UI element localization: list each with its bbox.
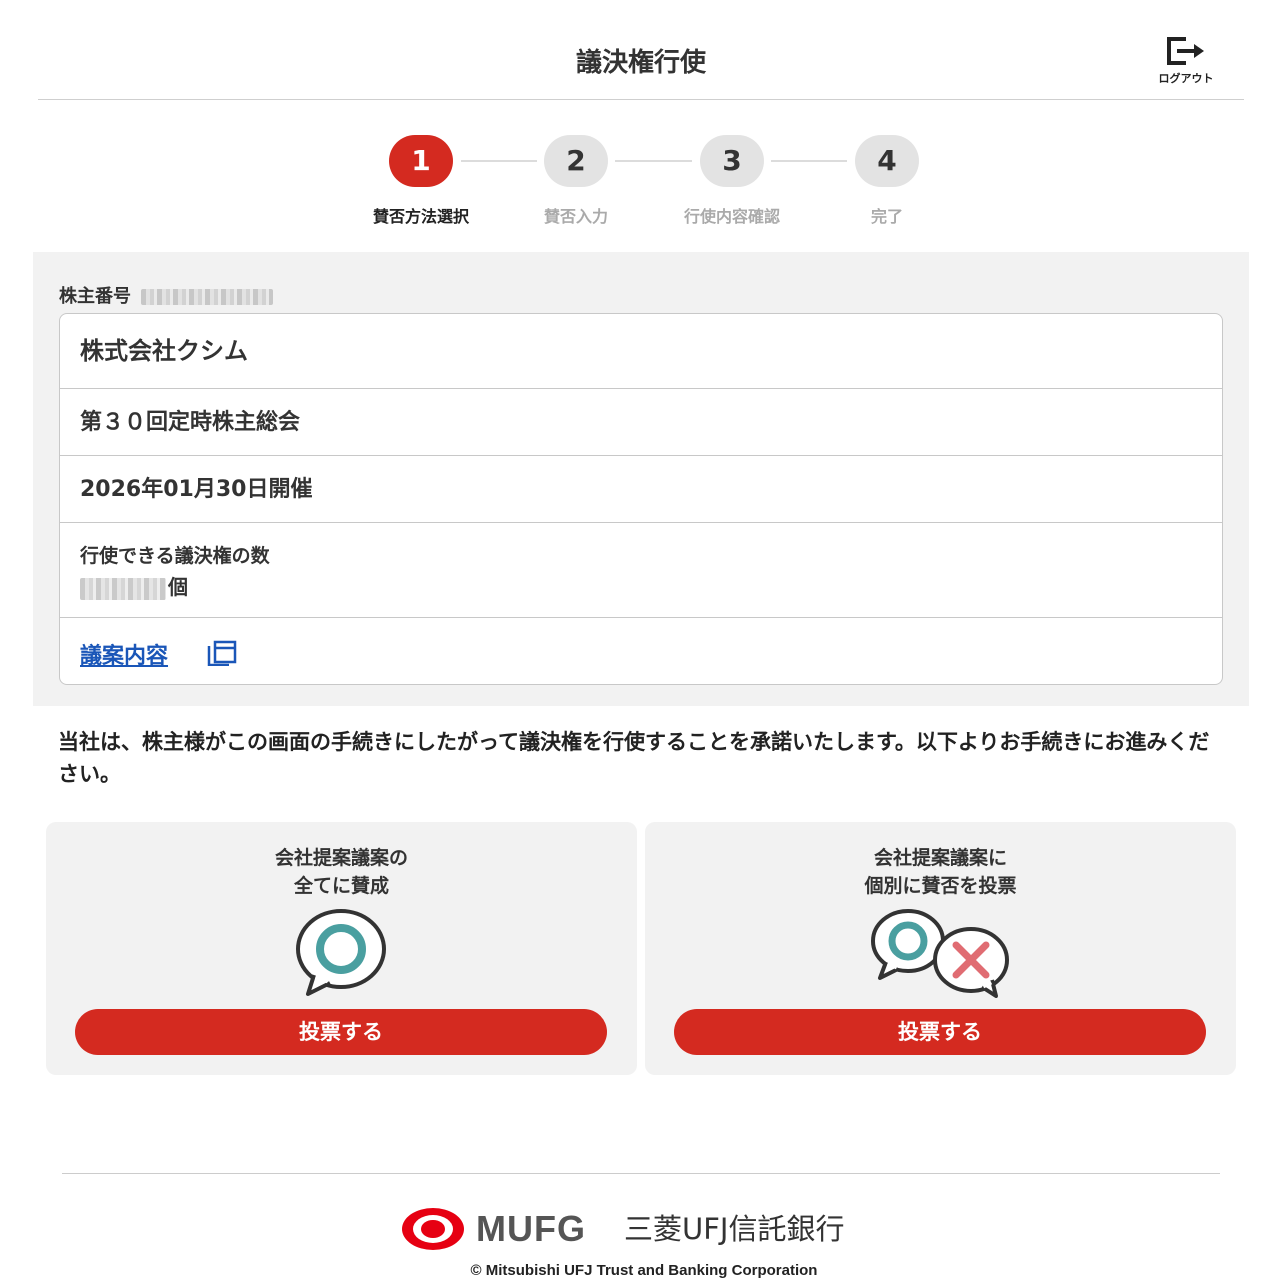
mufg-brand-text: MUFG <box>476 1208 586 1249</box>
vote-approve-all-button[interactable]: 投票する <box>75 1009 607 1055</box>
shareholder-number-label: 株主番号 <box>59 286 131 307</box>
step-label: 行使内容確認 <box>683 207 780 226</box>
voting-rights-count: 個 <box>80 571 188 600</box>
proposal-link-row: 議案内容 <box>60 618 1222 684</box>
step-number: 3 <box>700 135 764 187</box>
step-number: 1 <box>389 135 453 187</box>
step-number: 2 <box>544 135 608 187</box>
logout-label: ログアウト <box>1158 72 1214 85</box>
approve-all-title-line2: 全てに賛成 <box>293 875 389 897</box>
step-4: 4 完了 <box>817 135 957 227</box>
voting-rights-label: 行使できる議決権の数 <box>80 545 270 567</box>
individual-vote-option: 会社提案議案に 個別に賛否を投票 投票する <box>645 822 1236 1075</box>
voting-rights-unit: 個 <box>168 575 188 599</box>
masked-vote-count <box>80 577 166 600</box>
vote-individual-button[interactable]: 投票する <box>674 1009 1206 1055</box>
meeting-info-panel: 株主番号 株式会社クシム 第３０回定時株主総会 2026年01月30日開催 行使… <box>33 252 1249 706</box>
new-window-icon[interactable] <box>207 640 237 666</box>
step-3: 3 行使内容確認 <box>662 135 802 227</box>
individual-vote-title: 会社提案議案に 個別に賛否を投票 <box>645 844 1236 900</box>
step-1: 1 賛否方法選択 <box>351 135 491 227</box>
page-title: 議決権行使 <box>575 48 706 78</box>
meeting-info-card: 株式会社クシム 第３０回定時株主総会 2026年01月30日開催 行使できる議決… <box>59 313 1223 685</box>
shareholder-number: 株主番号 <box>59 282 273 308</box>
footer-divider <box>62 1173 1220 1174</box>
meeting-name: 第３０回定時株主総会 <box>60 389 1222 456</box>
bank-name: 三菱UFJ信託銀行 <box>624 1212 845 1246</box>
copyright: © Mitsubishi UFJ Trust and Banking Corpo… <box>470 1262 818 1279</box>
meeting-date: 2026年01月30日開催 <box>60 456 1222 523</box>
page-header: 議決権行使 ログアウト <box>38 0 1244 100</box>
step-label: 賛否入力 <box>543 207 608 226</box>
proposal-details-link[interactable]: 議案内容 <box>80 638 168 670</box>
approve-all-title: 会社提案議案の 全てに賛成 <box>46 844 637 900</box>
mufg-logo-icon <box>402 1208 464 1250</box>
approve-all-option: 会社提案議案の 全てに賛成 投票する <box>46 822 637 1075</box>
mufg-logo: MUFG 三菱UFJ信託銀行 <box>400 1206 900 1252</box>
approve-reject-speech-icon <box>871 909 1009 998</box>
voting-rights-row: 行使できる議決権の数 個 <box>60 523 1222 618</box>
company-name: 株式会社クシム <box>60 314 1222 389</box>
step-label: 完了 <box>870 207 903 226</box>
individual-vote-title-line2: 個別に賛否を投票 <box>864 875 1017 897</box>
step-2: 2 賛否入力 <box>506 135 646 227</box>
step-number: 4 <box>855 135 919 187</box>
progress-stepper: 1 賛否方法選択 2 賛否入力 3 行使内容確認 4 完了 <box>0 130 1288 230</box>
logout-icon <box>1167 37 1204 65</box>
consent-notice: 当社は、株主様がこの画面の手続きにしたがって議決権を行使することを承諾いたします… <box>58 730 1210 786</box>
individual-vote-title-line1: 会社提案議案に <box>873 847 1007 869</box>
approve-circle-speech-icon <box>296 909 386 996</box>
masked-shareholder-number <box>141 289 273 305</box>
logout-button[interactable]: ログアウト <box>1150 36 1222 92</box>
step-label: 賛否方法選択 <box>372 207 469 226</box>
approve-all-title-line1: 会社提案議案の <box>274 847 408 869</box>
